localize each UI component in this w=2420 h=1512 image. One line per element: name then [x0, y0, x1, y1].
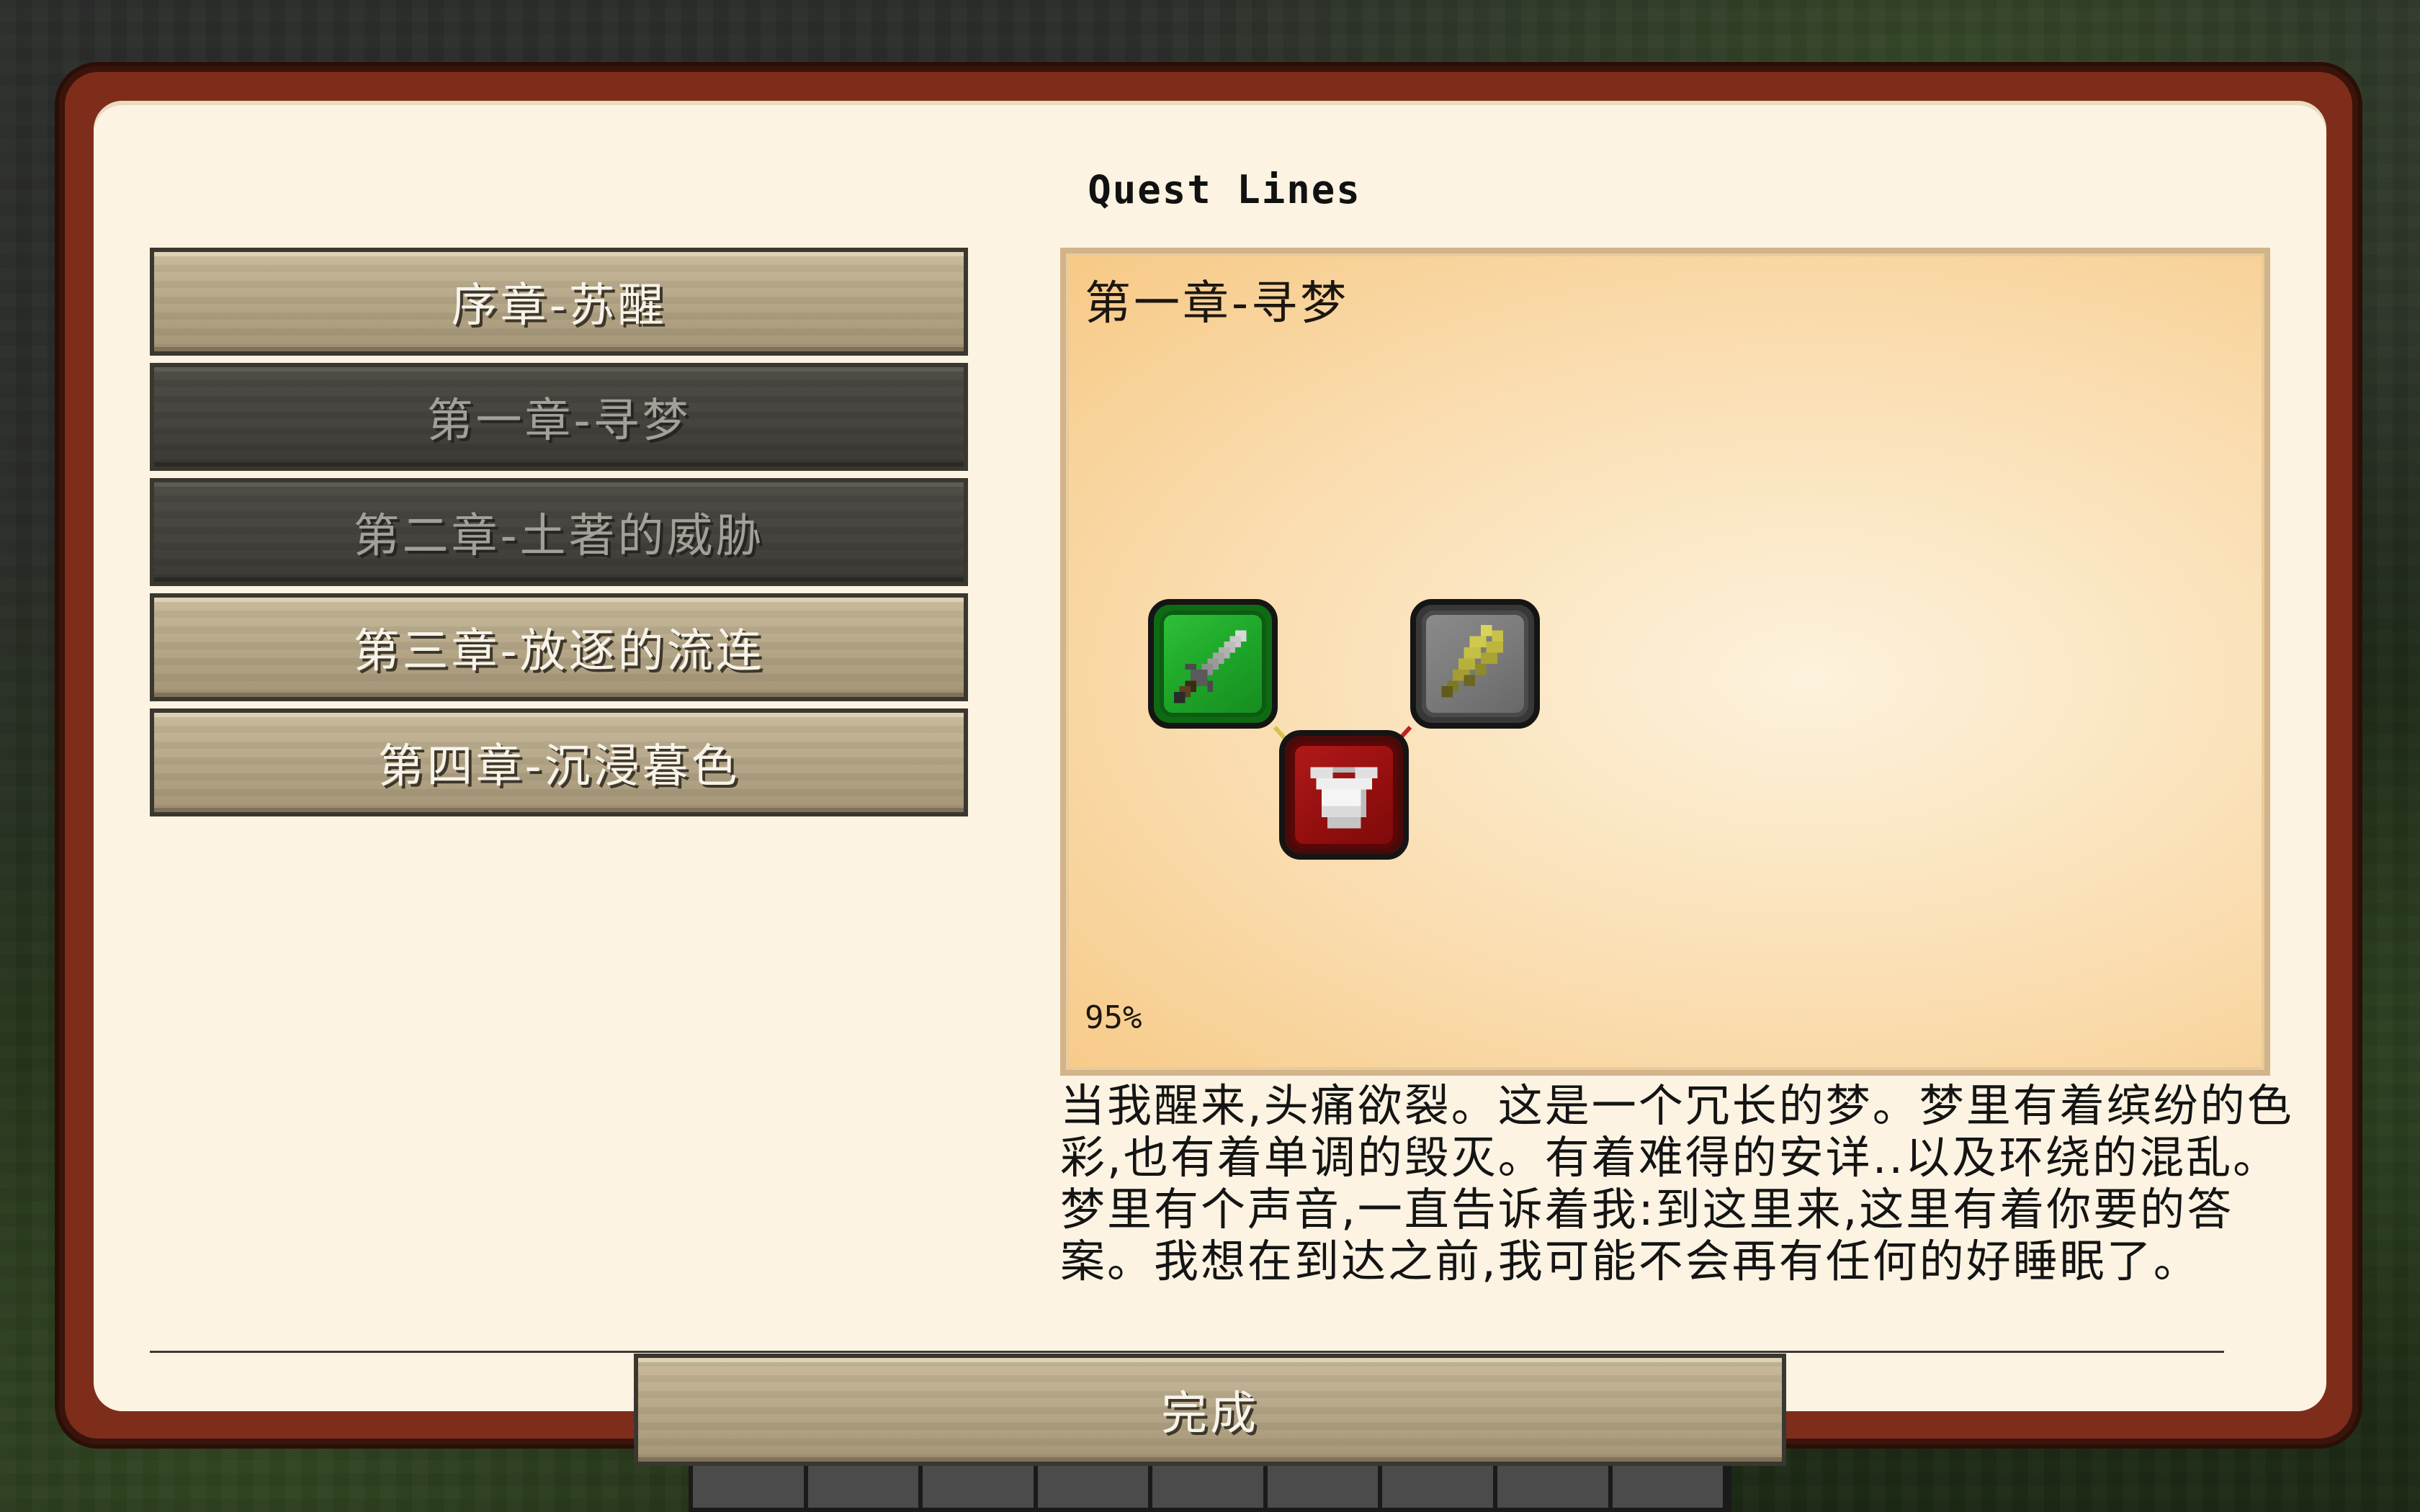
- divider: [150, 1351, 2224, 1353]
- quest-line-description: 当我醒来,头痛欲裂。这是一个冗长的梦。梦里有着缤纷的色彩,也有着单调的毁灭。有着…: [1060, 1079, 2294, 1287]
- quest-line-list: 序章-苏醒 第一章-寻梦 第二章-土著的威胁 第三章-放逐的流连 第四章-沉浸暮…: [150, 248, 968, 824]
- chestplate-icon: [1310, 767, 1378, 829]
- wheat-icon: [1441, 624, 1503, 698]
- page-title: Quest Lines: [1088, 167, 1361, 212]
- quest-line-button-chapter-1[interactable]: 第一章-寻梦: [150, 363, 968, 471]
- quest-node-wheat[interactable]: [1410, 599, 1540, 729]
- quest-line-button-chapter-2[interactable]: 第二章-土著的威胁: [150, 478, 968, 586]
- iron-sword-icon: [1173, 630, 1247, 703]
- quest-line-button-chapter-3[interactable]: 第三章-放逐的流连: [150, 593, 968, 701]
- quest-map[interactable]: 第一章-寻梦 95%: [1060, 248, 2270, 1076]
- map-zoom-level: 95%: [1085, 999, 1142, 1036]
- done-button[interactable]: 完成: [634, 1354, 1786, 1466]
- quest-line-button-chapter-4[interactable]: 第四章-沉浸暮色: [150, 708, 968, 816]
- quest-line-button-prologue[interactable]: 序章-苏醒: [150, 248, 968, 356]
- quest-node-sword[interactable]: [1148, 599, 1278, 729]
- quest-node-chestplate[interactable]: [1279, 730, 1409, 860]
